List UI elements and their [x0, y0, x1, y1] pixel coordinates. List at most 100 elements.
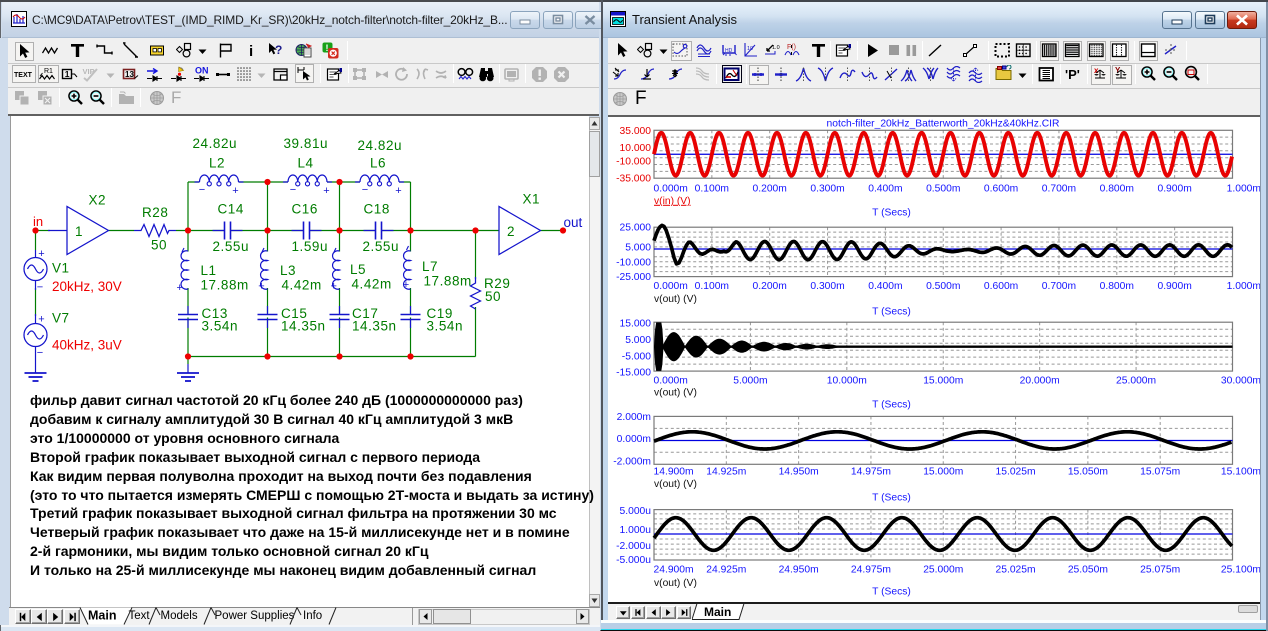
svg-text:+: +: [38, 314, 44, 326]
svg-text:25.000m: 25.000m: [923, 564, 963, 575]
svg-text:V1: V1: [52, 261, 70, 276]
svg-text:v(in) (V): v(in) (V): [654, 196, 691, 207]
svg-text:25.075m: 25.075m: [1140, 564, 1180, 575]
svg-text:1.59u: 1.59u: [292, 239, 329, 254]
svg-text:out: out: [564, 215, 583, 230]
svg-text:15.075m: 15.075m: [1140, 466, 1180, 477]
svg-text:10.000: 10.000: [620, 143, 652, 154]
svg-text:'P': 'P': [1065, 67, 1080, 82]
svg-text:+: +: [330, 281, 336, 293]
svg-text:T (Secs): T (Secs): [872, 587, 911, 598]
svg-text:T (Secs): T (Secs): [872, 208, 911, 219]
svg-text:T (Secs): T (Secs): [872, 306, 911, 317]
svg-text:in: in: [33, 214, 43, 229]
svg-text:10.000m: 10.000m: [827, 376, 867, 387]
svg-text:0.200m: 0.200m: [753, 281, 787, 292]
svg-text:5.000: 5.000: [625, 242, 651, 253]
svg-text:15.000: 15.000: [620, 319, 652, 330]
svg-text:0.100m: 0.100m: [695, 184, 729, 195]
svg-text:0.500m: 0.500m: [926, 281, 960, 292]
svg-text:15.000m: 15.000m: [923, 466, 963, 477]
svg-text:39.81u: 39.81u: [284, 136, 329, 151]
svg-text:2.55u: 2.55u: [363, 239, 400, 254]
svg-text:15.000m: 15.000m: [923, 376, 963, 387]
svg-text:0.000m: 0.000m: [654, 184, 688, 195]
svg-text:5.000u: 5.000u: [620, 506, 652, 517]
svg-text:T (Secs): T (Secs): [872, 400, 911, 411]
svg-text:4.42m: 4.42m: [282, 278, 322, 293]
svg-text:−: −: [37, 282, 43, 294]
svg-text:15.025m: 15.025m: [996, 466, 1036, 477]
svg-text:24.82u: 24.82u: [193, 136, 238, 151]
svg-text:25.000: 25.000: [620, 223, 652, 234]
svg-text:-2.000m: -2.000m: [613, 456, 651, 467]
svg-text:R28: R28: [142, 205, 168, 220]
svg-text:2.000m: 2.000m: [617, 412, 651, 423]
svg-text:0.000m: 0.000m: [654, 281, 688, 292]
svg-text:-35.000: -35.000: [616, 174, 651, 185]
svg-text:10: 10: [747, 46, 753, 52]
svg-text:+: +: [258, 281, 264, 293]
svg-text:C16: C16: [292, 202, 318, 217]
svg-text:0.900m: 0.900m: [1157, 281, 1191, 292]
svg-text:+: +: [323, 185, 329, 197]
svg-text:1: 1: [65, 69, 70, 79]
svg-text:Text: Text: [129, 610, 151, 622]
svg-text:0.800m: 0.800m: [1100, 281, 1134, 292]
svg-text:V7: V7: [52, 311, 70, 326]
svg-text:15.050m: 15.050m: [1068, 466, 1108, 477]
svg-text:1.0: 1.0: [772, 45, 780, 51]
svg-text:C18: C18: [364, 202, 390, 217]
svg-text:0.400m: 0.400m: [868, 184, 902, 195]
svg-text:v(out) (V): v(out) (V): [654, 578, 697, 589]
svg-text:0.900m: 0.900m: [1157, 184, 1191, 195]
svg-text:1.000m: 1.000m: [1227, 281, 1260, 292]
svg-text:13: 13: [125, 70, 134, 79]
svg-text:−: −: [37, 347, 43, 359]
svg-text:0.500m: 0.500m: [926, 184, 960, 195]
svg-text:C14: C14: [218, 202, 244, 217]
svg-text:Main: Main: [704, 605, 731, 619]
svg-text:15.100m: 15.100m: [1221, 466, 1260, 477]
svg-text:0.000m: 0.000m: [617, 434, 651, 445]
svg-text:2.55u: 2.55u: [213, 239, 250, 254]
svg-text:+: +: [176, 282, 182, 294]
svg-text:25.050m: 25.050m: [1068, 564, 1108, 575]
svg-text:L3: L3: [280, 263, 296, 278]
svg-text:50: 50: [485, 289, 501, 304]
svg-text:+: +: [403, 279, 409, 291]
svg-text:X2: X2: [89, 193, 107, 208]
svg-text:TEXT: TEXT: [14, 72, 33, 79]
svg-text:3.54n: 3.54n: [202, 319, 239, 334]
svg-text:24.975m: 24.975m: [851, 564, 891, 575]
svg-text:0.100m: 0.100m: [695, 281, 729, 292]
svg-text:30.000m: 30.000m: [1221, 376, 1260, 387]
svg-text:24.82u: 24.82u: [358, 138, 403, 153]
svg-text:14.950m: 14.950m: [779, 466, 819, 477]
svg-text:25.000m: 25.000m: [1116, 376, 1156, 387]
svg-text:-5.000u: -5.000u: [616, 555, 651, 566]
svg-text:0.200m: 0.200m: [753, 184, 787, 195]
svg-text:+: +: [232, 185, 238, 197]
svg-text:−: −: [290, 184, 296, 196]
svg-text:-5.000: -5.000: [622, 351, 651, 362]
svg-text:2: 2: [507, 224, 515, 239]
svg-text:L5: L5: [350, 262, 366, 277]
svg-text:T (Secs): T (Secs): [872, 492, 911, 503]
svg-text:L1: L1: [201, 263, 217, 278]
svg-text:v(out) (V): v(out) (V): [654, 387, 697, 398]
svg-text:+: +: [395, 185, 401, 197]
svg-text:14.35n: 14.35n: [281, 319, 326, 334]
svg-text:x: x: [1094, 66, 1099, 75]
svg-text:+: +: [38, 248, 44, 260]
svg-text:F: F: [635, 88, 647, 108]
svg-text:R1: R1: [44, 68, 53, 75]
svg-text:L6: L6: [370, 156, 386, 171]
svg-text:1: 1: [75, 224, 83, 239]
svg-text:F: F: [171, 88, 181, 107]
svg-text:0.000m: 0.000m: [654, 376, 688, 387]
svg-text:-10.000: -10.000: [616, 157, 651, 168]
svg-text:0.700m: 0.700m: [1042, 184, 1076, 195]
svg-text:Models: Models: [161, 610, 198, 622]
svg-text:1.000u: 1.000u: [620, 525, 652, 536]
